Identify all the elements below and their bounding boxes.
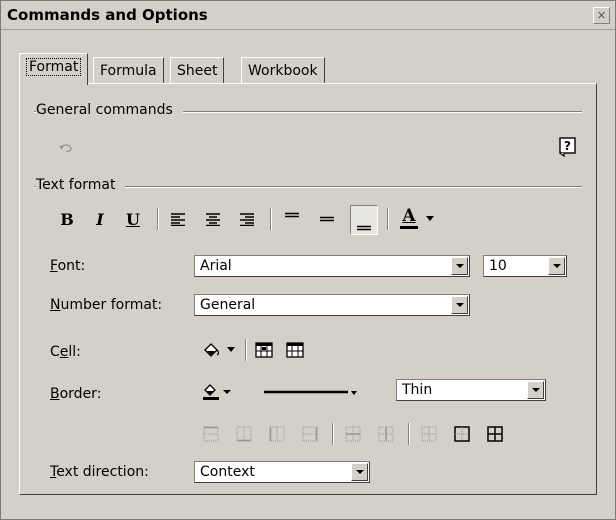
toolbar-separator bbox=[157, 208, 159, 230]
font-label: Font: bbox=[50, 258, 86, 274]
font-size-value: 10 bbox=[489, 258, 507, 274]
tab-formula[interactable]: Formula bbox=[93, 57, 164, 84]
fill-color-dropdown-icon[interactable] bbox=[224, 339, 238, 361]
text-direction-value: Context bbox=[200, 464, 255, 480]
chevron-down-icon[interactable] bbox=[548, 257, 565, 275]
tab-workbook[interactable]: Workbook bbox=[241, 57, 325, 84]
tab-sheet[interactable]: Sheet bbox=[170, 57, 225, 84]
italic-button[interactable]: I bbox=[89, 208, 111, 230]
border-inside-vertical-icon[interactable] bbox=[375, 423, 397, 445]
toolbar-separator bbox=[245, 339, 247, 361]
font-color-dropdown-icon[interactable] bbox=[423, 208, 437, 230]
format-cells-icon[interactable] bbox=[253, 339, 275, 361]
chevron-down-icon[interactable] bbox=[351, 463, 368, 481]
border-inside-horizontal-icon[interactable] bbox=[342, 423, 364, 445]
bold-button[interactable]: B bbox=[56, 208, 78, 230]
toolbar-separator bbox=[270, 208, 272, 230]
border-top-icon[interactable] bbox=[200, 423, 222, 445]
number-format-select[interactable]: General bbox=[194, 294, 470, 316]
border-left-icon[interactable] bbox=[266, 423, 288, 445]
border-bottom-icon[interactable] bbox=[233, 423, 255, 445]
border-all-icon[interactable] bbox=[484, 423, 506, 445]
close-button[interactable]: × bbox=[593, 7, 610, 24]
font-color-swatch bbox=[400, 225, 418, 229]
align-center-icon[interactable] bbox=[202, 208, 224, 230]
align-bottom-icon[interactable] bbox=[350, 205, 378, 235]
toolbar-separator bbox=[408, 423, 410, 445]
number-format-value: General bbox=[200, 297, 256, 313]
border-weight-value: Thin bbox=[402, 382, 433, 398]
font-color-glyph: A bbox=[402, 205, 416, 226]
chevron-down-icon[interactable] bbox=[451, 296, 468, 314]
border-outside-icon[interactable] bbox=[451, 423, 473, 445]
cell-grid-icon[interactable] bbox=[284, 339, 306, 361]
font-name-value: Arial bbox=[200, 258, 232, 274]
help-icon[interactable]: ? bbox=[557, 136, 579, 158]
commands-and-options-window: Commands and Options × Format Formula Sh… bbox=[0, 0, 616, 520]
chevron-down-icon[interactable] bbox=[451, 257, 468, 275]
title-bar: Commands and Options × bbox=[1, 1, 615, 30]
font-name-select[interactable]: Arial bbox=[194, 255, 470, 277]
chevron-down-icon[interactable] bbox=[527, 381, 544, 399]
font-size-select[interactable]: 10 bbox=[483, 255, 567, 277]
border-weight-select[interactable]: Thin bbox=[396, 379, 546, 401]
number-format-label: Number format: bbox=[50, 297, 163, 313]
svg-text:?: ? bbox=[564, 139, 571, 153]
text-direction-select[interactable]: Context bbox=[194, 461, 370, 483]
align-right-icon[interactable] bbox=[236, 208, 258, 230]
text-direction-label: Text direction: bbox=[50, 464, 149, 480]
align-left-icon[interactable] bbox=[167, 208, 189, 230]
font-color-icon[interactable]: A bbox=[398, 206, 420, 230]
tab-format[interactable]: Format bbox=[19, 53, 89, 85]
window-title: Commands and Options bbox=[7, 6, 208, 24]
format-tab-panel: General commands ? Text format B I U A F… bbox=[19, 83, 597, 495]
toolbar-separator bbox=[332, 423, 334, 445]
align-middle-icon[interactable] bbox=[316, 208, 338, 230]
border-color-dropdown-icon[interactable] bbox=[222, 381, 232, 403]
border-label: Border: bbox=[50, 386, 102, 402]
text-format-label: Text format bbox=[36, 177, 126, 193]
border-color-icon[interactable] bbox=[200, 381, 222, 403]
undo-icon[interactable] bbox=[56, 138, 76, 158]
align-top-icon[interactable] bbox=[281, 208, 303, 230]
toolbar-separator bbox=[387, 208, 389, 230]
border-none-icon[interactable] bbox=[418, 423, 440, 445]
cell-label: Cell: bbox=[50, 344, 81, 360]
tab-format-label: Format bbox=[26, 58, 82, 76]
fill-color-icon[interactable] bbox=[200, 339, 222, 361]
underline-button[interactable]: U bbox=[122, 208, 144, 230]
line-style-select[interactable] bbox=[264, 381, 360, 403]
border-right-icon[interactable] bbox=[299, 423, 321, 445]
general-commands-label: General commands bbox=[36, 102, 183, 118]
